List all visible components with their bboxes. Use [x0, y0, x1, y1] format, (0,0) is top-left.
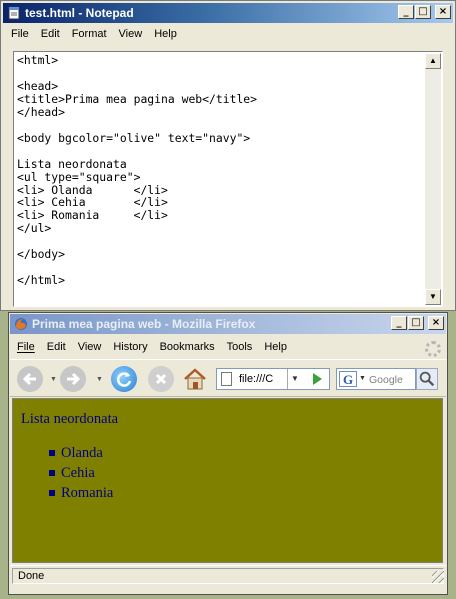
home-icon[interactable]: [182, 366, 208, 392]
minimize-button[interactable]: _: [398, 5, 414, 19]
notepad-titlebar[interactable]: test.html - Notepad _ □ ×: [3, 3, 453, 23]
page-text: Lista neordonata: [21, 411, 119, 427]
menu-help[interactable]: Help: [258, 341, 293, 353]
notepad-window: test.html - Notepad _ □ × File Edit Form…: [0, 0, 456, 311]
maximize-button[interactable]: □: [408, 316, 424, 330]
menu-history[interactable]: History: [107, 341, 153, 353]
firefox-title: Prima mea pagina web - Mozilla Firefox: [32, 317, 256, 331]
navigation-toolbar: ▼ ▼ file:///C ▼ G ▼ Google: [10, 359, 446, 397]
stop-icon[interactable]: [148, 366, 174, 392]
menu-view[interactable]: View: [113, 28, 149, 40]
throbber-icon: [425, 341, 441, 357]
page-content: Lista neordonata Olanda Cehia Romania: [12, 398, 443, 563]
google-icon[interactable]: G: [339, 371, 357, 387]
firefox-titlebar[interactable]: Prima mea pagina web - Mozilla Firefox _…: [10, 314, 446, 334]
maximize-button[interactable]: □: [415, 5, 431, 19]
list-item: Olanda: [49, 445, 113, 465]
firefox-window: Prima mea pagina web - Mozilla Firefox _…: [8, 312, 448, 595]
list-item: Romania: [49, 485, 113, 505]
scroll-down-icon[interactable]: ▼: [425, 289, 441, 305]
menu-format[interactable]: Format: [66, 28, 113, 40]
menu-edit[interactable]: Edit: [35, 28, 66, 40]
status-text: Done: [18, 570, 45, 582]
minimize-button[interactable]: _: [391, 316, 407, 330]
notepad-icon: [8, 6, 20, 20]
url-text[interactable]: file:///C: [239, 373, 281, 385]
url-dropdown-icon[interactable]: ▼: [291, 374, 299, 383]
url-bar[interactable]: file:///C ▼: [216, 368, 330, 390]
notepad-text-area[interactable]: <html> <head> <title>Prima mea pagina we…: [13, 51, 443, 307]
scroll-up-icon[interactable]: ▲: [425, 53, 441, 69]
vertical-scrollbar[interactable]: ▲ ▼: [425, 53, 441, 305]
resize-grip-icon[interactable]: [432, 571, 444, 583]
back-dropdown-icon[interactable]: ▼: [50, 376, 57, 383]
square-list: Olanda Cehia Romania: [49, 445, 113, 505]
list-item: Cehia: [49, 465, 113, 485]
forward-dropdown-icon[interactable]: ▼: [96, 376, 103, 383]
notepad-content[interactable]: <html> <head> <title>Prima mea pagina we…: [17, 54, 424, 304]
notepad-menubar: File Edit Format View Help: [5, 25, 451, 43]
reload-icon[interactable]: [111, 366, 137, 392]
back-icon[interactable]: [17, 366, 43, 392]
menu-file[interactable]: File: [5, 28, 35, 40]
forward-icon[interactable]: [60, 366, 86, 392]
search-box[interactable]: G ▼ Google: [336, 368, 416, 390]
notepad-title: test.html - Notepad: [25, 6, 134, 20]
magnifier-icon[interactable]: [416, 368, 438, 390]
status-bar: Done: [10, 565, 446, 585]
go-icon[interactable]: [307, 371, 327, 387]
firefox-menubar: File Edit View History Bookmarks Tools H…: [11, 338, 443, 356]
firefox-icon: [15, 318, 27, 330]
menu-view[interactable]: View: [72, 341, 108, 353]
close-button[interactable]: ×: [428, 316, 444, 330]
menu-tools[interactable]: Tools: [221, 341, 259, 353]
page-icon: [221, 372, 232, 386]
menu-edit[interactable]: Edit: [41, 341, 72, 353]
engine-dropdown-icon[interactable]: ▼: [359, 375, 366, 382]
menu-help[interactable]: Help: [148, 28, 183, 40]
search-input[interactable]: Google: [369, 374, 403, 386]
menu-file[interactable]: File: [11, 341, 41, 353]
menu-bookmarks[interactable]: Bookmarks: [154, 341, 221, 353]
close-button[interactable]: ×: [435, 5, 451, 19]
